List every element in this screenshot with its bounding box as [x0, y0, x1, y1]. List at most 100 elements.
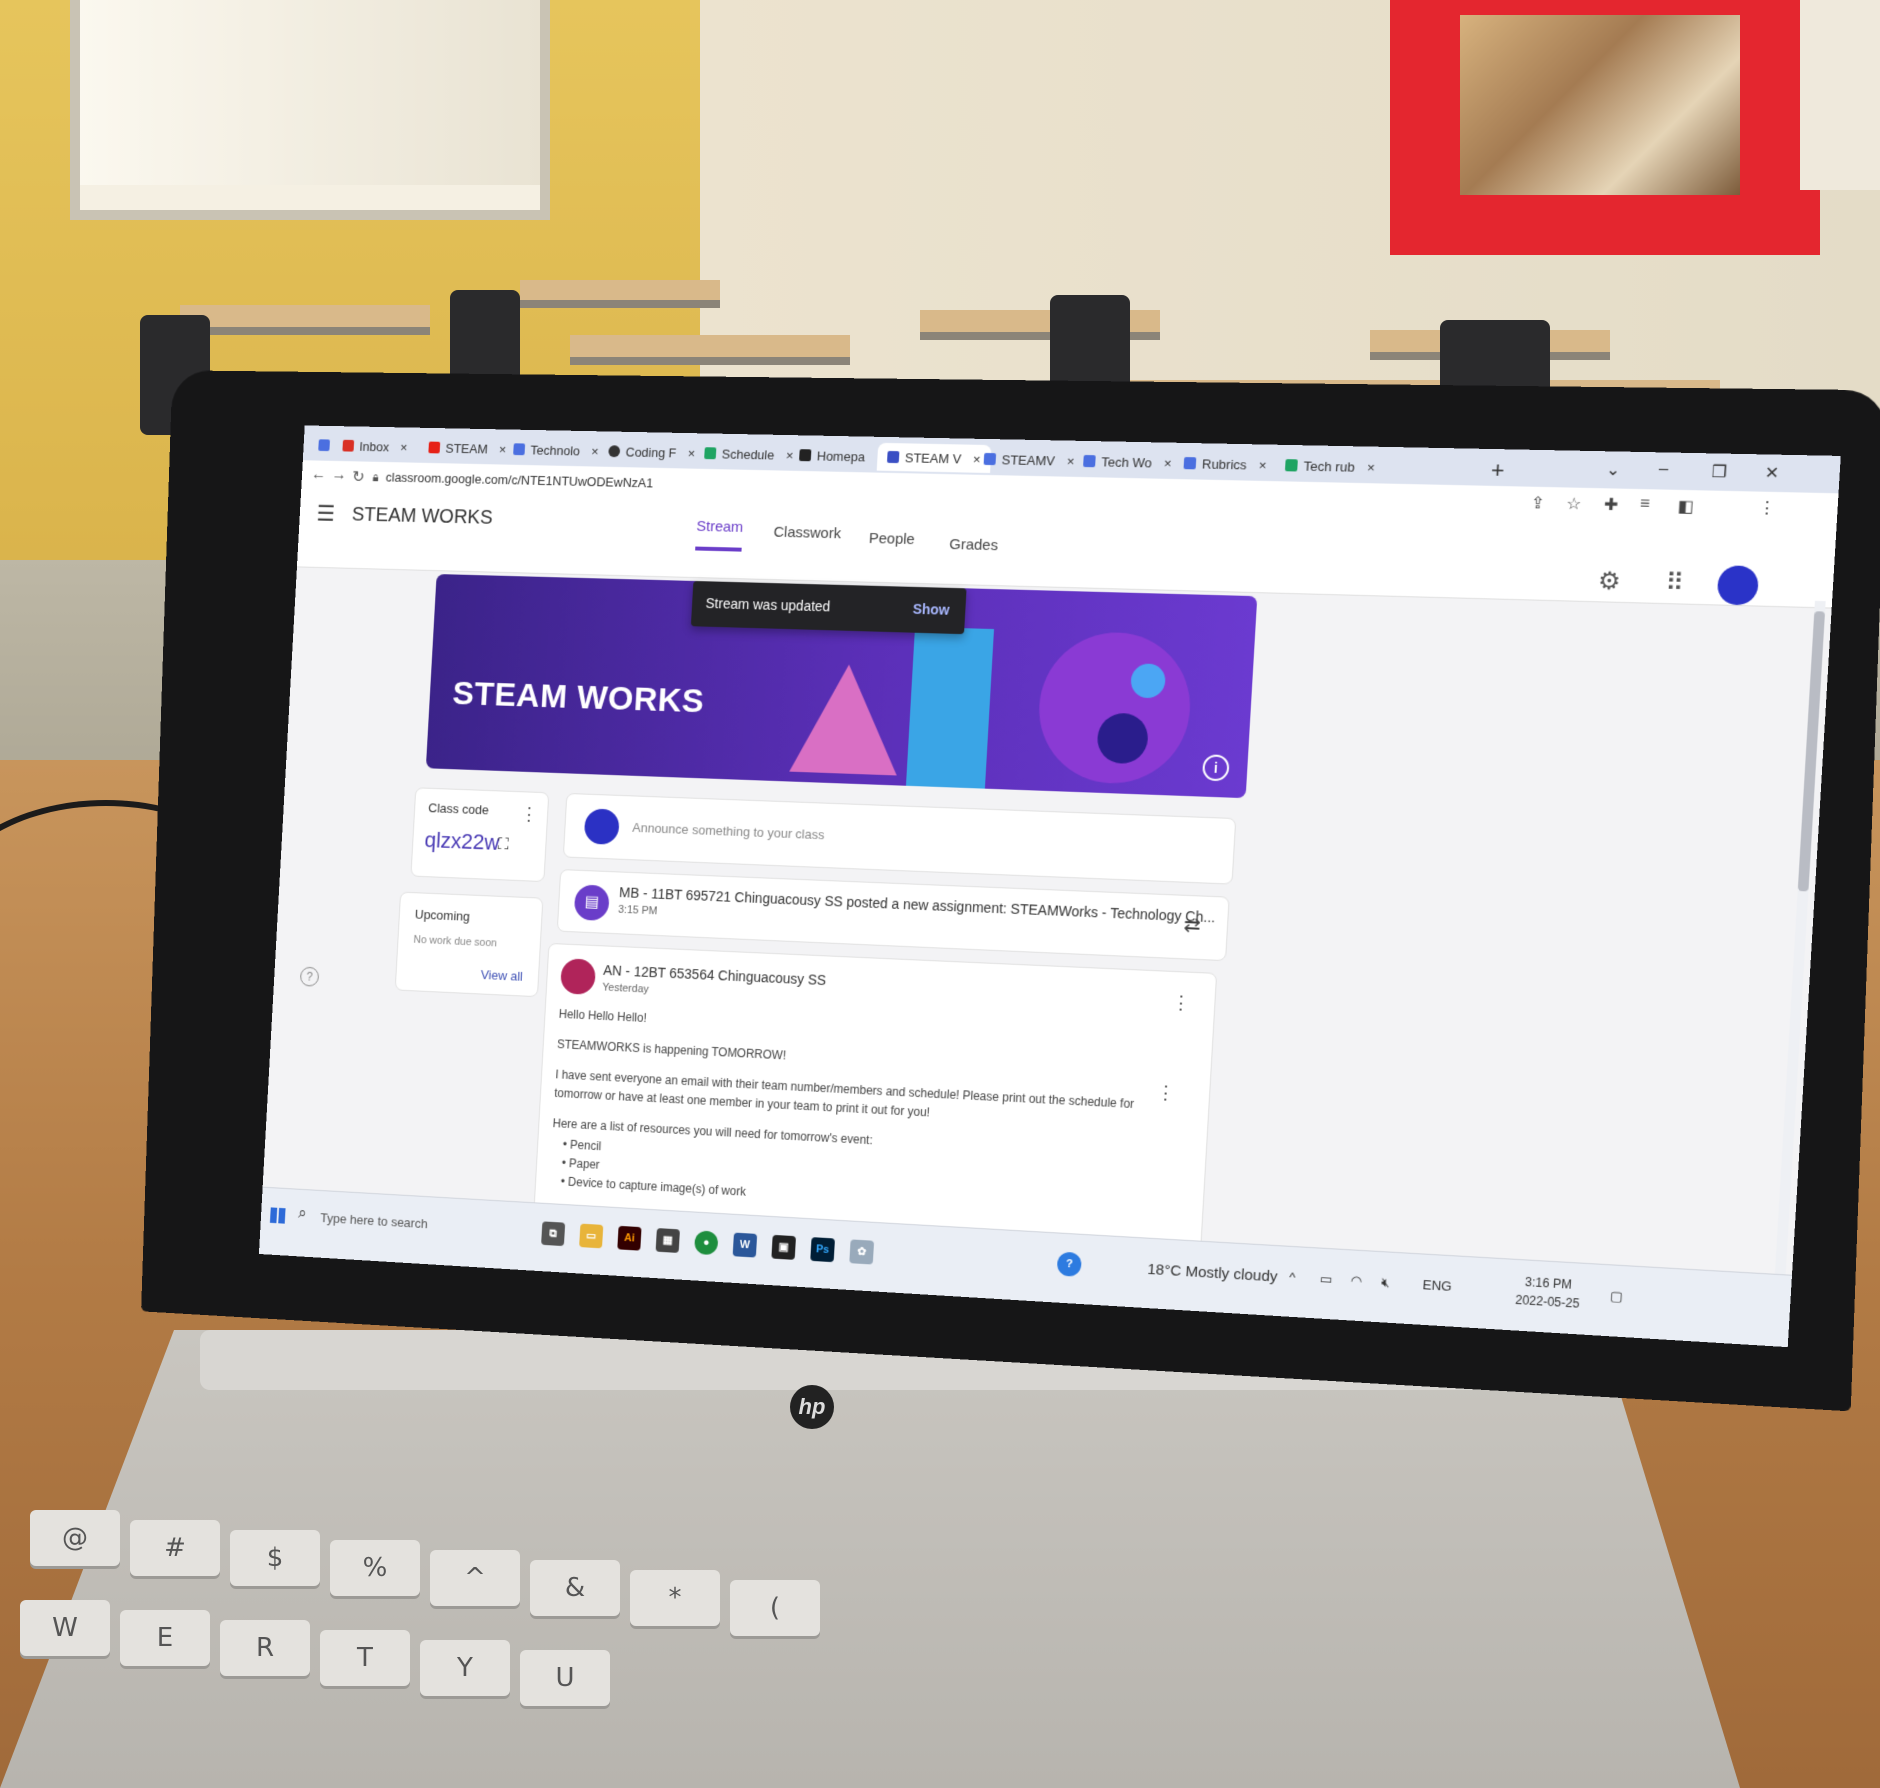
keyboard-key[interactable]: $: [230, 1530, 320, 1586]
tab-label: Technolo: [530, 442, 581, 458]
snackbar: Stream was updated Show: [690, 580, 967, 635]
assignment-text[interactable]: MB - 11BT 695721 Chinguacousy SS posted …: [619, 884, 1216, 925]
avatar[interactable]: [1716, 565, 1760, 606]
search-icon[interactable]: ⌕: [298, 1205, 307, 1223]
tab-grades[interactable]: Grades: [949, 536, 999, 554]
browser-tab[interactable]: STEAM ×: [419, 434, 517, 463]
more-vert-icon[interactable]: ⋮: [1758, 498, 1776, 519]
keyboard-key[interactable]: U: [520, 1650, 610, 1706]
announce-box[interactable]: Announce something to your class: [562, 792, 1237, 885]
close-icon[interactable]: ×: [1367, 459, 1376, 474]
fullscreen-icon[interactable]: ⛶: [497, 836, 510, 854]
browser-tab[interactable]: STEAMV ×: [973, 445, 1085, 475]
site-icon: [799, 449, 812, 462]
announce-input[interactable]: Announce something to your class: [632, 820, 825, 842]
keyboard: @ # $ % ^ & * ( W E R T Y U: [0, 1470, 1580, 1788]
windows-start-icon[interactable]: [269, 1207, 286, 1224]
media-icon[interactable]: ≡: [1639, 495, 1650, 514]
photoshop-icon[interactable]: Ps: [810, 1237, 835, 1263]
illustrator-icon[interactable]: Ai: [617, 1225, 642, 1251]
post-body: Hello Hello Hello! STEAMWORKS is happeni…: [549, 1005, 1186, 1226]
close-window-icon[interactable]: ✕: [1764, 463, 1780, 484]
forward-icon[interactable]: →: [331, 467, 347, 485]
file-explorer-icon[interactable]: ▭: [579, 1223, 604, 1249]
poster-artwork: [1460, 15, 1740, 195]
taskbar-clock[interactable]: 3:16 PM 2022-05-25: [1515, 1272, 1581, 1313]
tab-label: Rubrics: [1201, 455, 1248, 472]
desk: [180, 305, 430, 335]
settings-gear-icon[interactable]: ⚙: [1597, 566, 1621, 596]
info-icon[interactable]: i: [1201, 754, 1230, 782]
wifi-icon[interactable]: ◠: [1350, 1273, 1363, 1290]
reload-icon[interactable]: ↻: [352, 467, 366, 487]
keyboard-key[interactable]: R: [220, 1620, 310, 1676]
keyboard-key[interactable]: &: [530, 1560, 620, 1616]
taskbar-search-input[interactable]: Type here to search: [320, 1210, 428, 1231]
keyboard-key[interactable]: %: [330, 1540, 420, 1596]
browser-tab[interactable]: Technolo ×: [503, 435, 609, 465]
tab-classwork[interactable]: Classwork: [773, 524, 841, 542]
lock-icon: 🔒︎: [372, 470, 380, 485]
laptop-screen: Inbox × STEAM × Technolo × Coding F × Schedu…: [258, 425, 1841, 1348]
chrome-icon[interactable]: ●: [694, 1230, 719, 1256]
share-icon[interactable]: ⇪: [1530, 493, 1545, 514]
keyboard-key[interactable]: #: [130, 1520, 220, 1576]
browser-tab[interactable]: Rubrics ×: [1173, 449, 1278, 479]
browser-tab[interactable]: Inbox ×: [333, 432, 418, 461]
tab-stream[interactable]: Stream: [695, 517, 744, 552]
view-all-link[interactable]: View all: [480, 967, 523, 984]
close-icon[interactable]: ×: [1258, 457, 1267, 472]
more-vert-icon[interactable]: ⋮: [520, 804, 538, 825]
browser-tab[interactable]: Coding F ×: [598, 437, 705, 467]
youtube-icon: [428, 441, 441, 454]
speaker-muted-icon[interactable]: 🔇︎: [1381, 1275, 1390, 1292]
notification-icon[interactable]: ▢: [1610, 1288, 1624, 1305]
restore-icon[interactable]: ❐: [1711, 462, 1727, 483]
menu-icon[interactable]: ☰: [316, 501, 336, 527]
keyboard-key[interactable]: T: [320, 1630, 410, 1686]
sidepanel-icon[interactable]: ◧: [1677, 496, 1694, 517]
desk: [570, 335, 850, 365]
browser-tab[interactable]: Tech Wo ×: [1073, 447, 1183, 477]
docs-icon: [513, 443, 526, 456]
calculator-icon[interactable]: ▦: [655, 1228, 680, 1253]
tray-chevron-icon[interactable]: ^: [1289, 1269, 1296, 1285]
close-icon[interactable]: ×: [1164, 455, 1173, 470]
apps-grid-icon[interactable]: ⠿: [1664, 568, 1684, 598]
keyboard-key[interactable]: ^: [430, 1550, 520, 1606]
close-icon[interactable]: ×: [400, 440, 408, 455]
battery-icon[interactable]: ▭: [1319, 1271, 1332, 1288]
task-view-icon[interactable]: ⧉: [541, 1221, 566, 1247]
keyboard-key[interactable]: *: [630, 1570, 720, 1626]
tab-people[interactable]: People: [868, 530, 915, 548]
url-field[interactable]: classroom.google.com/c/NTE1NTUwODEwNzA1: [385, 470, 653, 491]
browser-tab[interactable]: Tech rub ×: [1274, 451, 1386, 482]
gmail-icon: [342, 439, 355, 452]
class-title[interactable]: STEAM WORKS: [351, 504, 493, 530]
minimize-icon[interactable]: –: [1658, 461, 1668, 480]
help-tray-icon[interactable]: ?: [1056, 1251, 1082, 1277]
keyboard-key[interactable]: (: [730, 1580, 820, 1636]
photos-icon[interactable]: ▣: [771, 1234, 797, 1260]
help-icon[interactable]: ?: [299, 966, 320, 987]
weather-widget[interactable]: 18°C Mostly cloudy: [1147, 1261, 1278, 1286]
new-tab-button[interactable]: +: [1490, 457, 1505, 484]
keyboard-key[interactable]: @: [30, 1510, 120, 1566]
class-code-value: qlzx22w: [423, 827, 501, 855]
clock-date: 2022-05-25: [1514, 1292, 1580, 1311]
browser-tab[interactable]: Schedule ×: [694, 439, 804, 469]
repost-icon[interactable]: ⇄: [1183, 912, 1201, 938]
app-icon[interactable]: ✿: [849, 1239, 875, 1265]
language-indicator[interactable]: ENG: [1422, 1277, 1452, 1294]
word-icon[interactable]: W: [732, 1232, 758, 1258]
snackbar-show-button[interactable]: Show: [912, 601, 950, 618]
chevron-down-icon[interactable]: ⌄: [1605, 460, 1621, 481]
back-icon[interactable]: ←: [311, 466, 327, 484]
avatar: [583, 808, 620, 845]
puzzle-icon[interactable]: ✚: [1603, 494, 1618, 515]
keyboard-key[interactable]: E: [120, 1610, 210, 1666]
more-vert-icon[interactable]: ⋮: [1171, 992, 1190, 1014]
keyboard-key[interactable]: Y: [420, 1640, 510, 1696]
keyboard-key[interactable]: W: [20, 1600, 110, 1656]
star-icon[interactable]: ☆: [1566, 494, 1582, 515]
